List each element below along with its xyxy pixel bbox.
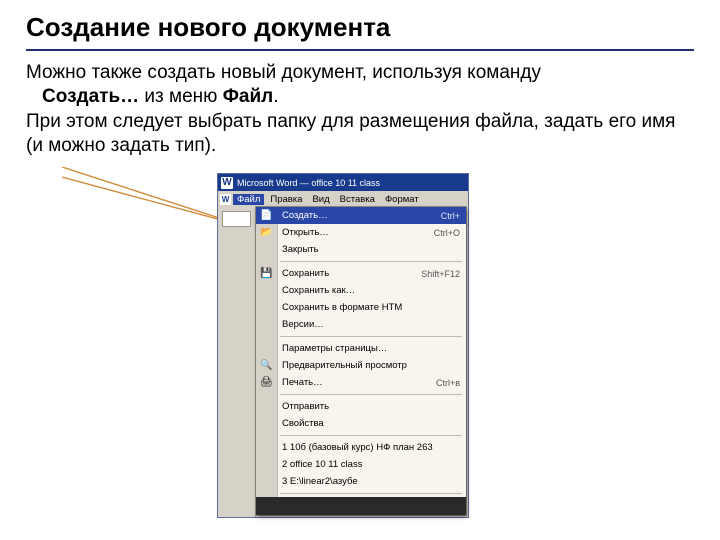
menubar: W Файл Правка Вид Вставка Формат xyxy=(218,191,468,207)
word-doc-icon: W xyxy=(220,194,231,205)
menu-item[interactable]: Версии… xyxy=(256,316,466,333)
menu-item-label: 1 10б (базовый курс) НФ план 263 xyxy=(282,442,460,453)
window-titlebar: W Microsoft Word — office 10 11 class xyxy=(218,174,468,191)
menu-separator xyxy=(280,261,462,262)
menu-item-icon-empty xyxy=(259,400,274,413)
menu-item-shortcut: Ctrl+О xyxy=(434,228,460,238)
menu-item-label: Открыть… xyxy=(282,227,434,238)
word-screenshot: W Microsoft Word — office 10 11 class W … xyxy=(218,174,468,517)
menu-format[interactable]: Формат xyxy=(381,194,423,205)
menu-file[interactable]: Файл xyxy=(233,194,264,205)
menu-item-icon-empty xyxy=(259,318,274,331)
menu-item-icon: 💾 xyxy=(259,267,274,280)
body-text-3: При этом следует выбрать папку для разме… xyxy=(26,111,675,156)
menu-item-icon-empty xyxy=(259,243,274,256)
menu-item-shortcut: Ctrl+ xyxy=(441,211,460,221)
menu-item-label: Отправить xyxy=(282,401,460,412)
menu-item[interactable]: Закрыть xyxy=(256,241,466,258)
menu-edit[interactable]: Правка xyxy=(266,194,306,205)
menu-item[interactable]: 💾 СохранитьShift+F12 xyxy=(256,265,466,282)
menu-item[interactable]: 2 office 10 11 class xyxy=(256,456,466,473)
menu-separator xyxy=(280,336,462,337)
menu-item-label: Печать… xyxy=(282,377,436,388)
menu-item[interactable]: 1 10б (базовый курс) НФ план 263 xyxy=(256,439,466,456)
window-title: Microsoft Word — office 10 11 class xyxy=(237,178,465,188)
menu-item-icon: 📂 xyxy=(259,226,274,239)
menu-insert[interactable]: Вставка xyxy=(336,194,379,205)
menu-item-icon-empty xyxy=(259,284,274,297)
menu-item-label: Закрыть xyxy=(282,244,460,255)
menu-item-icon-empty xyxy=(259,417,274,430)
menu-item[interactable]: Отправить xyxy=(256,398,466,415)
left-gutter xyxy=(218,207,256,517)
menu-view[interactable]: Вид xyxy=(308,194,333,205)
menu-item[interactable]: Свойства xyxy=(256,415,466,432)
menu-item-icon-empty xyxy=(259,342,274,355)
menu-item-icon-empty xyxy=(259,301,274,314)
menu-item-label: Свойства xyxy=(282,418,460,429)
file-dropdown: 📄 Создать…Ctrl+ 📂 Открыть…Ctrl+О Закрыть 💾 Сох… xyxy=(256,207,466,515)
menu-item-label: Предварительный просмотр xyxy=(282,360,460,371)
body-text-2: из меню xyxy=(144,86,222,107)
kw-file: Файл xyxy=(223,86,274,107)
menu-item[interactable]: Сохранить как… xyxy=(256,282,466,299)
menu-item-label: Сохранить xyxy=(282,268,421,279)
menu-item-shortcut: Shift+F12 xyxy=(421,269,460,279)
menu-item-label: Сохранить как… xyxy=(282,285,460,296)
word-logo-icon: W xyxy=(221,177,233,189)
menu-item[interactable]: 🔍 Предварительный просмотр xyxy=(256,357,466,374)
menu-item-label: Версии… xyxy=(282,319,460,330)
menu-item-shortcut: Ctrl+в xyxy=(436,378,460,388)
menu-item-icon: 🔍 xyxy=(259,359,274,372)
menu-item[interactable]: Сохранить в формате HTM xyxy=(256,299,466,316)
menu-item-icon-empty xyxy=(259,441,274,454)
menu-item-label: Сохранить в формате HTM xyxy=(282,302,460,313)
menu-separator xyxy=(280,394,462,395)
menu-item-label: Создать… xyxy=(282,210,441,221)
kw-create: Создать… xyxy=(42,86,139,107)
menu-item[interactable]: 3 E:\linear2\азубе xyxy=(256,473,466,490)
body-text-1: Можно также создать новый документ, испо… xyxy=(26,62,541,83)
menu-item-icon-empty xyxy=(259,475,274,488)
menu-item[interactable]: Выход xyxy=(256,497,466,515)
body-text-2c: . xyxy=(273,86,278,107)
menu-item-label: 3 E:\linear2\азубе xyxy=(282,476,460,487)
menu-separator xyxy=(280,435,462,436)
menu-item-icon: 🖨 xyxy=(259,376,274,389)
menu-item[interactable]: 🖨 Печать…Ctrl+в xyxy=(256,374,466,391)
menu-item[interactable]: 📂 Открыть…Ctrl+О xyxy=(256,224,466,241)
menu-item[interactable]: Параметры страницы… xyxy=(256,340,466,357)
slide-body: Можно также создать новый документ, испо… xyxy=(26,61,694,158)
menu-item-icon: 📄 xyxy=(259,209,274,222)
style-box[interactable] xyxy=(222,211,251,227)
menu-item-icon-empty xyxy=(259,458,274,471)
menu-item-label: Параметры страницы… xyxy=(282,343,460,354)
menu-separator xyxy=(280,493,462,494)
menu-item-label: 2 office 10 11 class xyxy=(282,459,460,470)
menu-item[interactable]: 📄 Создать…Ctrl+ xyxy=(256,207,466,224)
slide-title: Создание нового документа xyxy=(26,12,694,51)
